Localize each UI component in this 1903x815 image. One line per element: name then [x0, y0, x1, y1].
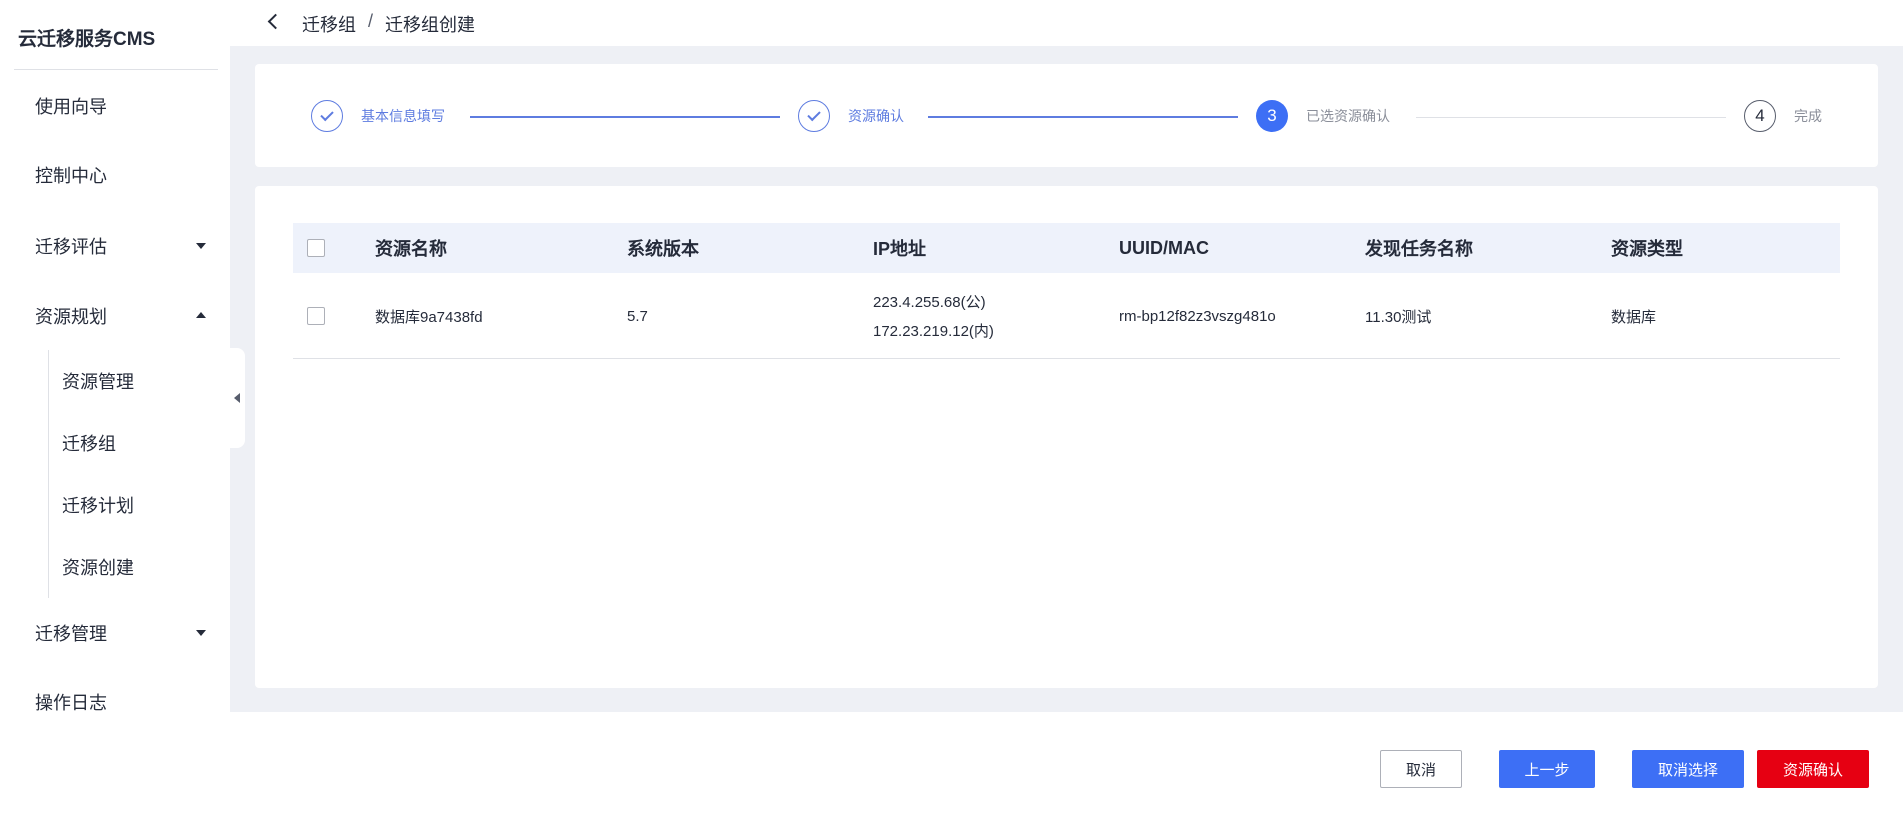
column-header-type: 资源类型 — [1611, 239, 1683, 259]
sidebar-subitem-label: 资源管理 — [62, 372, 134, 392]
sidebar-item-guide[interactable]: 使用向导 — [35, 86, 210, 126]
back-arrow-icon[interactable] — [264, 12, 284, 32]
step-connector-1 — [470, 116, 780, 118]
sidebar-item-control-center[interactable]: 控制中心 — [35, 155, 210, 195]
submenu-line — [48, 350, 49, 598]
footer-bar: 取消 上一步 取消选择 资源确认 — [230, 712, 1903, 815]
sidebar-item-label: 操作日志 — [35, 693, 107, 713]
step-1-label: 基本信息填写 — [361, 108, 445, 124]
sidebar-subitem-label: 迁移组 — [62, 434, 116, 454]
step-4-number: 4 — [1755, 106, 1765, 125]
step-connector-3 — [1416, 117, 1726, 118]
check-icon — [320, 107, 334, 122]
sidebar-subitem-resource-management[interactable]: 资源管理 — [62, 363, 134, 399]
breadcrumb-parent[interactable]: 迁移组 — [302, 11, 356, 37]
column-header-uuid: UUID/MAC — [1119, 237, 1209, 258]
brand-divider — [14, 69, 218, 70]
sidebar-subitem-migration-group[interactable]: 迁移组 — [62, 425, 116, 461]
cell-task: 11.30测试 — [1365, 308, 1432, 326]
app-title: 云迁移服务CMS — [18, 29, 156, 50]
breadcrumb-separator: / — [368, 11, 374, 31]
sidebar-item-label: 资源规划 — [35, 307, 107, 327]
sidebar-item-operation-log[interactable]: 操作日志 — [35, 682, 210, 722]
column-header-ip: IP地址 — [873, 239, 927, 259]
column-header-version: 系统版本 — [627, 239, 699, 259]
step-1-circle — [311, 100, 343, 132]
cell-ip-public: 223.4.255.68(公) — [873, 294, 986, 311]
caret-up-icon — [196, 312, 206, 318]
sidebar: 云迁移服务CMS 使用向导 控制中心 迁移评估 资源规划 资源管理 迁移组 迁移… — [0, 0, 230, 815]
cell-ip-private: 172.23.219.12(内) — [873, 323, 994, 340]
sidebar-subitem-label: 迁移计划 — [62, 496, 134, 516]
table-header: 资源名称 系统版本 IP地址 UUID/MAC 发现任务名称 资源类型 — [293, 223, 1840, 273]
sidebar-item-label: 迁移评估 — [35, 237, 107, 257]
cell-uuid: rm-bp12f82z3vszg481o — [1119, 307, 1276, 325]
step-4-label: 完成 — [1794, 108, 1822, 124]
step-3-number: 3 — [1267, 106, 1277, 125]
step-connector-2 — [928, 116, 1238, 118]
confirm-resources-button[interactable]: 资源确认 — [1757, 750, 1869, 788]
deselect-button[interactable]: 取消选择 — [1632, 750, 1744, 788]
breadcrumb-current: 迁移组创建 — [385, 15, 476, 35]
previous-step-button[interactable]: 上一步 — [1499, 750, 1595, 788]
caret-down-icon — [196, 243, 206, 249]
step-2-circle — [798, 100, 830, 132]
sidebar-item-migration-management[interactable]: 迁移管理 — [35, 613, 210, 653]
check-icon — [807, 107, 821, 122]
sidebar-subitem-label: 资源创建 — [62, 558, 134, 578]
resource-table-card: 资源名称 系统版本 IP地址 UUID/MAC 发现任务名称 资源类型 数据库9… — [255, 186, 1878, 688]
steps-card: 基本信息填写 资源确认 3 已选资源确认 4 完成 — [255, 64, 1878, 167]
sidebar-item-resource-planning[interactable]: 资源规划 — [35, 296, 210, 336]
caret-left-icon — [234, 393, 240, 403]
cell-name: 数据库9a7438fd — [375, 308, 483, 326]
step-3-label: 已选资源确认 — [1306, 108, 1390, 124]
column-header-task: 发现任务名称 — [1365, 239, 1473, 259]
cell-type: 数据库 — [1611, 308, 1657, 326]
sidebar-item-label: 迁移管理 — [35, 624, 107, 644]
sidebar-item-label: 控制中心 — [35, 166, 107, 186]
sidebar-item-label: 使用向导 — [35, 97, 107, 117]
cell-version: 5.7 — [627, 307, 648, 325]
table-row: 数据库9a7438fd 5.7 223.4.255.68(公) 172.23.2… — [293, 273, 1840, 359]
sidebar-collapse-handle[interactable] — [229, 348, 245, 448]
sidebar-subitem-migration-plan[interactable]: 迁移计划 — [62, 487, 134, 523]
step-3-circle: 3 — [1256, 100, 1288, 132]
select-all-checkbox[interactable] — [307, 239, 325, 257]
cancel-button[interactable]: 取消 — [1380, 750, 1462, 788]
column-header-name: 资源名称 — [375, 239, 447, 259]
sidebar-subitem-resource-creation[interactable]: 资源创建 — [62, 549, 134, 585]
caret-down-icon — [196, 630, 206, 636]
breadcrumb: 迁移组 / 迁移组创建 — [302, 11, 475, 37]
top-bar: 迁移组 / 迁移组创建 — [230, 0, 1903, 46]
cell-ip: 223.4.255.68(公) 172.23.219.12(内) — [873, 273, 994, 359]
step-4-circle: 4 — [1744, 100, 1776, 132]
step-2-label: 资源确认 — [848, 108, 904, 124]
sidebar-item-migration-assessment[interactable]: 迁移评估 — [35, 226, 210, 266]
row-checkbox[interactable] — [307, 307, 325, 325]
